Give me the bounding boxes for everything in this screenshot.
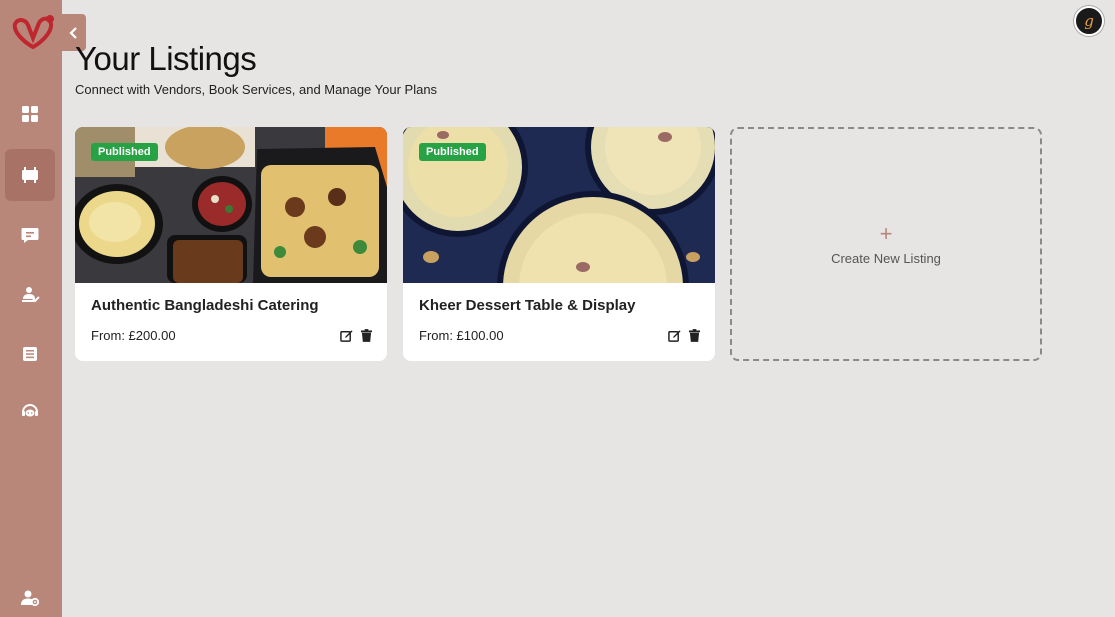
- listing-card[interactable]: Published Kheer Dessert Table & Display …: [403, 127, 715, 361]
- bookings-icon: [22, 287, 40, 303]
- sidebar-item-dashboard[interactable]: [5, 88, 55, 140]
- edit-icon[interactable]: [668, 328, 681, 342]
- listing-title: Authentic Bangladeshi Catering: [91, 297, 319, 314]
- chevron-left-icon: [69, 26, 77, 39]
- brand-logo[interactable]: [12, 14, 54, 50]
- delete-icon[interactable]: [360, 328, 373, 342]
- create-new-listing-label: Create New Listing: [831, 250, 941, 266]
- sidebar-item-plans[interactable]: [5, 328, 55, 380]
- sidebar-item-user-settings[interactable]: [5, 572, 55, 617]
- listings-icon: [22, 167, 38, 183]
- listing-actions: [340, 328, 373, 342]
- plans-icon: [23, 347, 37, 361]
- status-badge: Published: [419, 143, 486, 161]
- delete-icon[interactable]: [688, 328, 701, 342]
- edit-icon[interactable]: [340, 328, 353, 342]
- avatar-letter: g: [1084, 12, 1094, 30]
- messages-icon: [21, 228, 39, 243]
- plus-icon: +: [879, 220, 893, 246]
- listing-price: From: £100.00: [419, 328, 504, 343]
- sidebar-item-bookings[interactable]: [5, 269, 55, 321]
- create-new-listing-button[interactable]: + Create New Listing: [730, 127, 1042, 361]
- sidebar-item-support[interactable]: [5, 386, 55, 438]
- listing-card[interactable]: Published Authentic Bangladeshi Catering…: [75, 127, 387, 361]
- sidebar-item-messages[interactable]: [5, 209, 55, 261]
- listing-price: From: £200.00: [91, 328, 176, 343]
- user-settings-icon: [21, 590, 40, 607]
- avatar[interactable]: g: [1074, 6, 1104, 36]
- support-icon: [22, 404, 38, 417]
- listing-title: Kheer Dessert Table & Display: [419, 297, 636, 314]
- listing-actions: [668, 328, 701, 342]
- dashboard-grid-icon: [22, 106, 38, 122]
- sidebar-item-listings[interactable]: [5, 149, 55, 201]
- status-badge: Published: [91, 143, 158, 161]
- page-title: Your Listings: [75, 40, 257, 77]
- sidebar: [0, 0, 62, 617]
- page-subtitle: Connect with Vendors, Book Services, and…: [75, 82, 438, 97]
